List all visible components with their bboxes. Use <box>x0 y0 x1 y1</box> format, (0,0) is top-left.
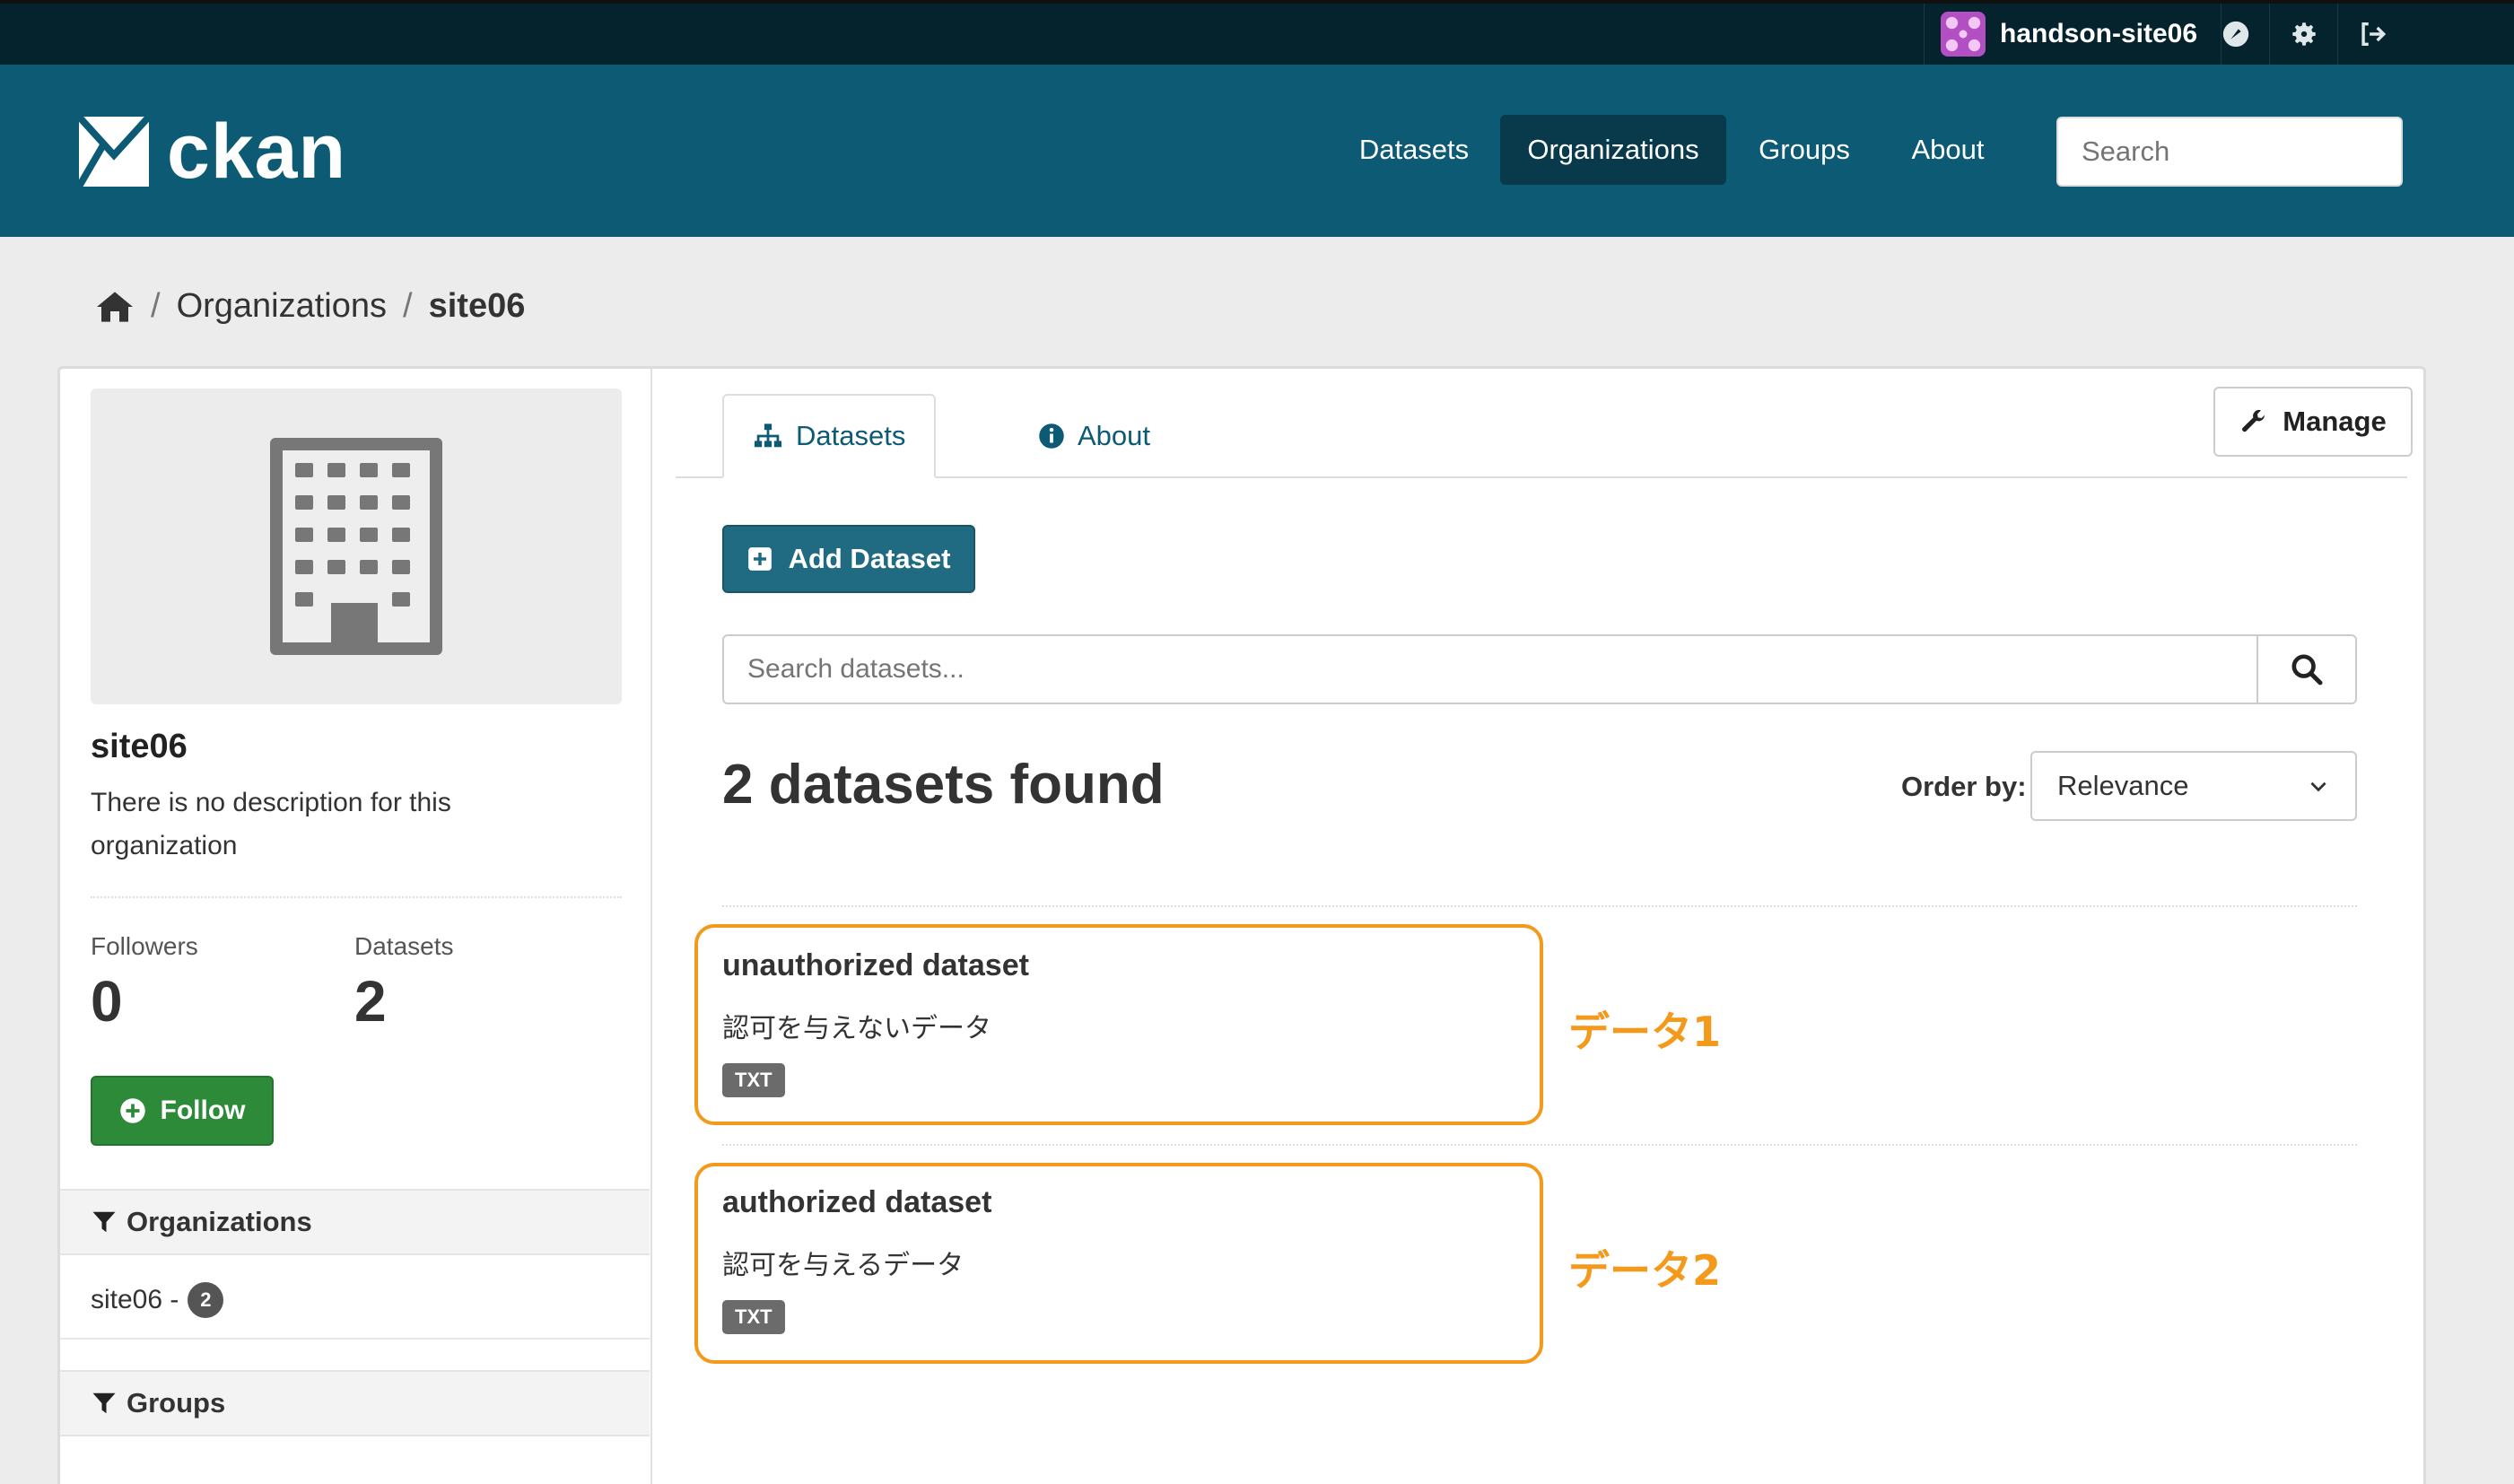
facet-item-label: site06 - <box>91 1285 179 1314</box>
breadcrumb: / Organizations / site06 <box>95 287 525 326</box>
annotation-label: データ1 <box>1568 1008 1722 1056</box>
facet-heading-groups: Groups <box>60 1370 650 1436</box>
dataset-search <box>722 634 2357 704</box>
tab-datasets-label: Datasets <box>796 420 906 451</box>
organization-description: There is no description for this organiz… <box>91 788 451 860</box>
filter-icon <box>92 1211 116 1233</box>
dataset-search-input[interactable] <box>724 636 2256 703</box>
sidebar: site06 There is no description for this … <box>60 369 652 1484</box>
divider <box>722 1144 2357 1146</box>
tab-about-label: About <box>1078 420 1151 451</box>
facet-item-count: 2 <box>188 1282 224 1318</box>
tab-datasets[interactable]: Datasets <box>722 394 937 478</box>
plus-square-icon <box>747 547 772 571</box>
search-icon <box>2291 654 2323 685</box>
manage-label: Manage <box>2283 406 2387 437</box>
organization-image[interactable] <box>91 388 622 704</box>
tab-about[interactable]: About <box>1009 394 1179 478</box>
user-avatar <box>1941 12 1986 57</box>
filter-icon <box>92 1392 116 1414</box>
nav-datasets[interactable]: Datasets <box>1344 115 1484 185</box>
ckan-logo-icon <box>79 117 149 187</box>
breadcrumb-separator: / <box>151 287 161 325</box>
follow-button[interactable]: Follow <box>91 1076 274 1146</box>
facet-heading-organizations: Organizations <box>60 1189 650 1255</box>
dashboard-icon[interactable] <box>2202 4 2270 65</box>
username: handson-site06 <box>2000 19 2198 48</box>
add-dataset-label: Add Dataset <box>788 543 951 574</box>
followers-label: Followers <box>91 932 198 960</box>
sitemap-icon <box>755 423 781 448</box>
masthead: ckan Datasets Organizations Groups About <box>0 65 2514 237</box>
annotation-box <box>694 924 1543 1125</box>
order-by-select[interactable]: Relevance <box>2030 751 2357 821</box>
annotation-box <box>694 1163 1543 1364</box>
divider <box>91 896 622 898</box>
info-icon <box>1039 423 1064 449</box>
nav-groups[interactable]: Groups <box>1744 115 1864 185</box>
settings-icon[interactable] <box>2270 4 2338 65</box>
add-dataset-button[interactable]: Add Dataset <box>722 525 975 593</box>
followers-count: 0 <box>91 969 123 1034</box>
datasets-count: 2 <box>354 969 387 1034</box>
user-account-link[interactable]: handson-site06 <box>1924 4 2222 65</box>
order-by-label: Order by: <box>1901 771 2027 802</box>
site-search-input[interactable] <box>2082 135 2440 168</box>
account-bar: handson-site06 <box>0 0 2514 65</box>
organization-name: site06 <box>91 728 188 765</box>
follow-label: Follow <box>160 1096 246 1125</box>
facet-heading-label: Groups <box>127 1387 226 1419</box>
annotation-label: データ2 <box>1568 1246 1722 1295</box>
site-search <box>2056 117 2440 187</box>
plus-circle-icon <box>119 1098 145 1123</box>
nav-organizations[interactable]: Organizations <box>1500 115 1726 185</box>
chevron-down-icon <box>2310 781 2326 792</box>
breadcrumb-current[interactable]: site06 <box>429 287 526 326</box>
home-icon[interactable] <box>95 289 135 325</box>
divider <box>60 1338 650 1340</box>
facet-item-site06[interactable]: site06 - 2 <box>91 1282 224 1318</box>
wrench-icon <box>2242 409 2265 432</box>
breadcrumb-organizations[interactable]: Organizations <box>177 287 387 326</box>
ckan-logo[interactable]: ckan <box>79 113 346 190</box>
logout-icon[interactable] <box>2338 4 2406 65</box>
order-by-value: Relevance <box>2057 770 2189 801</box>
dataset-search-button[interactable] <box>2256 636 2355 703</box>
manage-button[interactable]: Manage <box>2213 387 2413 457</box>
datasets-label: Datasets <box>354 932 454 960</box>
nav-about[interactable]: About <box>1882 115 2013 185</box>
logo-text: ckan <box>167 109 347 195</box>
results-count: 2 datasets found <box>722 754 1165 816</box>
building-icon <box>270 438 442 655</box>
divider <box>722 905 2357 907</box>
facet-heading-label: Organizations <box>127 1206 312 1237</box>
breadcrumb-separator: / <box>403 287 413 325</box>
